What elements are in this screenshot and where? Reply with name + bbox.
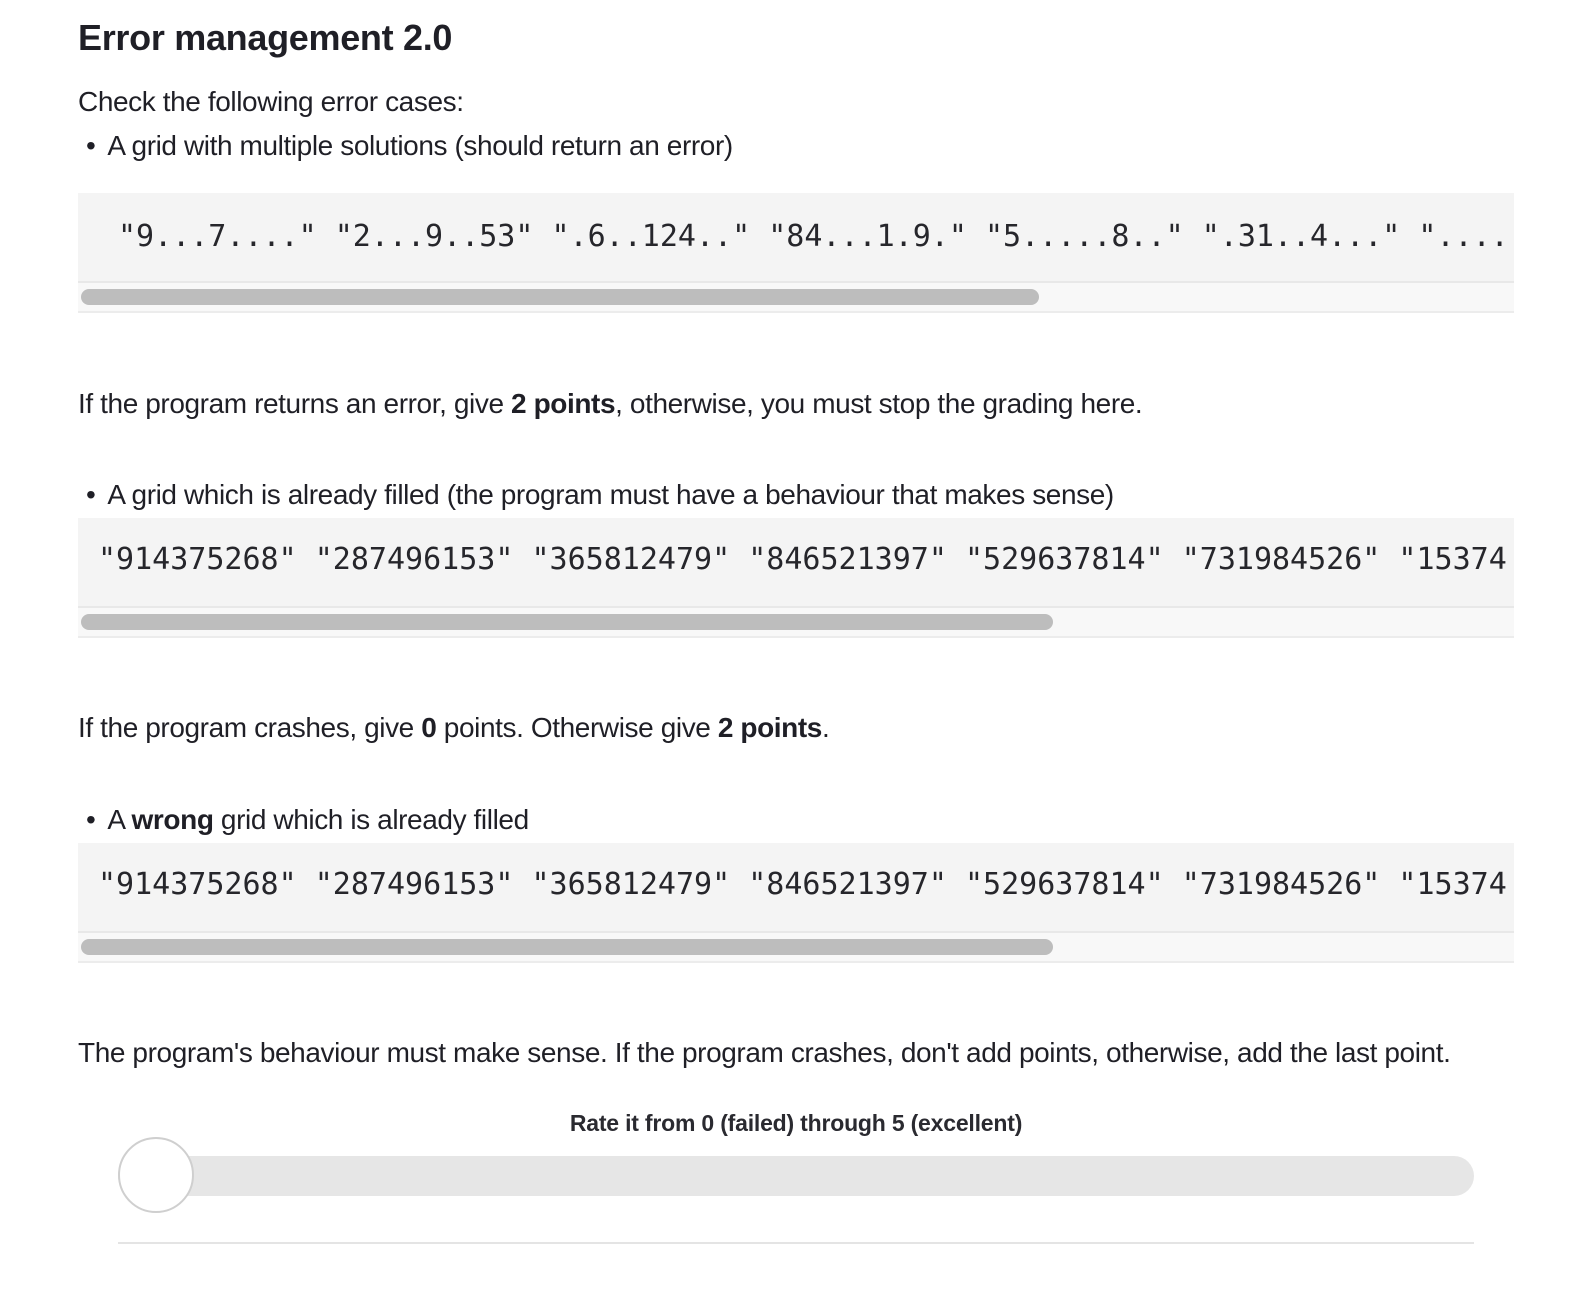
list-item-filled-grid: • A grid which is already filled (the pro…: [86, 477, 1114, 513]
code-block-multiple-solutions: "9...7...." "2...9..53" ".6..124.." "84.…: [78, 193, 1514, 283]
intro-text: Check the following error cases:: [78, 86, 464, 117]
instruction-text: If the program returns an error, give: [78, 388, 512, 419]
code-grid: "9...7...." "2...9..53" ".6..124.." "84.…: [118, 219, 1509, 254]
case-emphasis: wrong: [131, 804, 214, 835]
points-value: 0: [421, 712, 437, 743]
code-block-filled-grid: "914375268" "287496153" "365812479" "846…: [78, 518, 1514, 608]
horizontal-scrollbar[interactable]: [78, 281, 1514, 313]
instruction-text: .: [821, 712, 830, 743]
code-grid: "914375268" "287496153" "365812479" "846…: [98, 867, 1507, 902]
bullet-icon: •: [86, 804, 96, 835]
instruction-text: points. Otherwise give: [436, 712, 718, 743]
code-block-wrong-grid: "914375268" "287496153" "365812479" "846…: [78, 843, 1514, 933]
instruction-text: If the program crashes, give: [78, 712, 422, 743]
section-title: Error management 2.0: [78, 17, 453, 58]
grading-instruction: If the program returns an error, give 2 …: [78, 386, 1143, 422]
list-item-multiple-solutions: • A grid with multiple solutions (should …: [86, 128, 733, 164]
points-value: 2 points: [717, 712, 823, 743]
case-description: A grid with multiple solutions (should r…: [107, 130, 733, 161]
bullet-icon: •: [86, 479, 96, 510]
scrollbar-thumb[interactable]: [81, 939, 1053, 955]
horizontal-scrollbar[interactable]: [78, 931, 1514, 963]
rating-slider-track[interactable]: [118, 1156, 1474, 1196]
code-grid: "914375268" "287496153" "365812479" "846…: [98, 542, 1507, 577]
grading-instruction: If the program crashes, give 0 points. O…: [78, 710, 830, 746]
scrollbar-thumb[interactable]: [81, 614, 1053, 630]
horizontal-scrollbar[interactable]: [78, 606, 1514, 638]
case-description: A: [107, 804, 132, 835]
rating-slider-thumb[interactable]: [118, 1137, 194, 1213]
instruction-text: , otherwise, you must stop the grading h…: [615, 388, 1143, 419]
rating-label: Rate it from 0 (failed) through 5 (excel…: [569, 1110, 1023, 1136]
list-item-wrong-grid: • A wrong grid which is already filled: [86, 802, 529, 838]
case-description: grid which is already filled: [213, 804, 529, 835]
scrollbar-thumb[interactable]: [81, 289, 1039, 305]
points-value: 2 points: [511, 388, 616, 419]
case-description: A grid which is already filled (the prog…: [107, 479, 1114, 510]
grading-instruction: The program's behaviour must make sense.…: [78, 1037, 1451, 1068]
bullet-icon: •: [86, 130, 96, 161]
divider: [118, 1242, 1474, 1244]
